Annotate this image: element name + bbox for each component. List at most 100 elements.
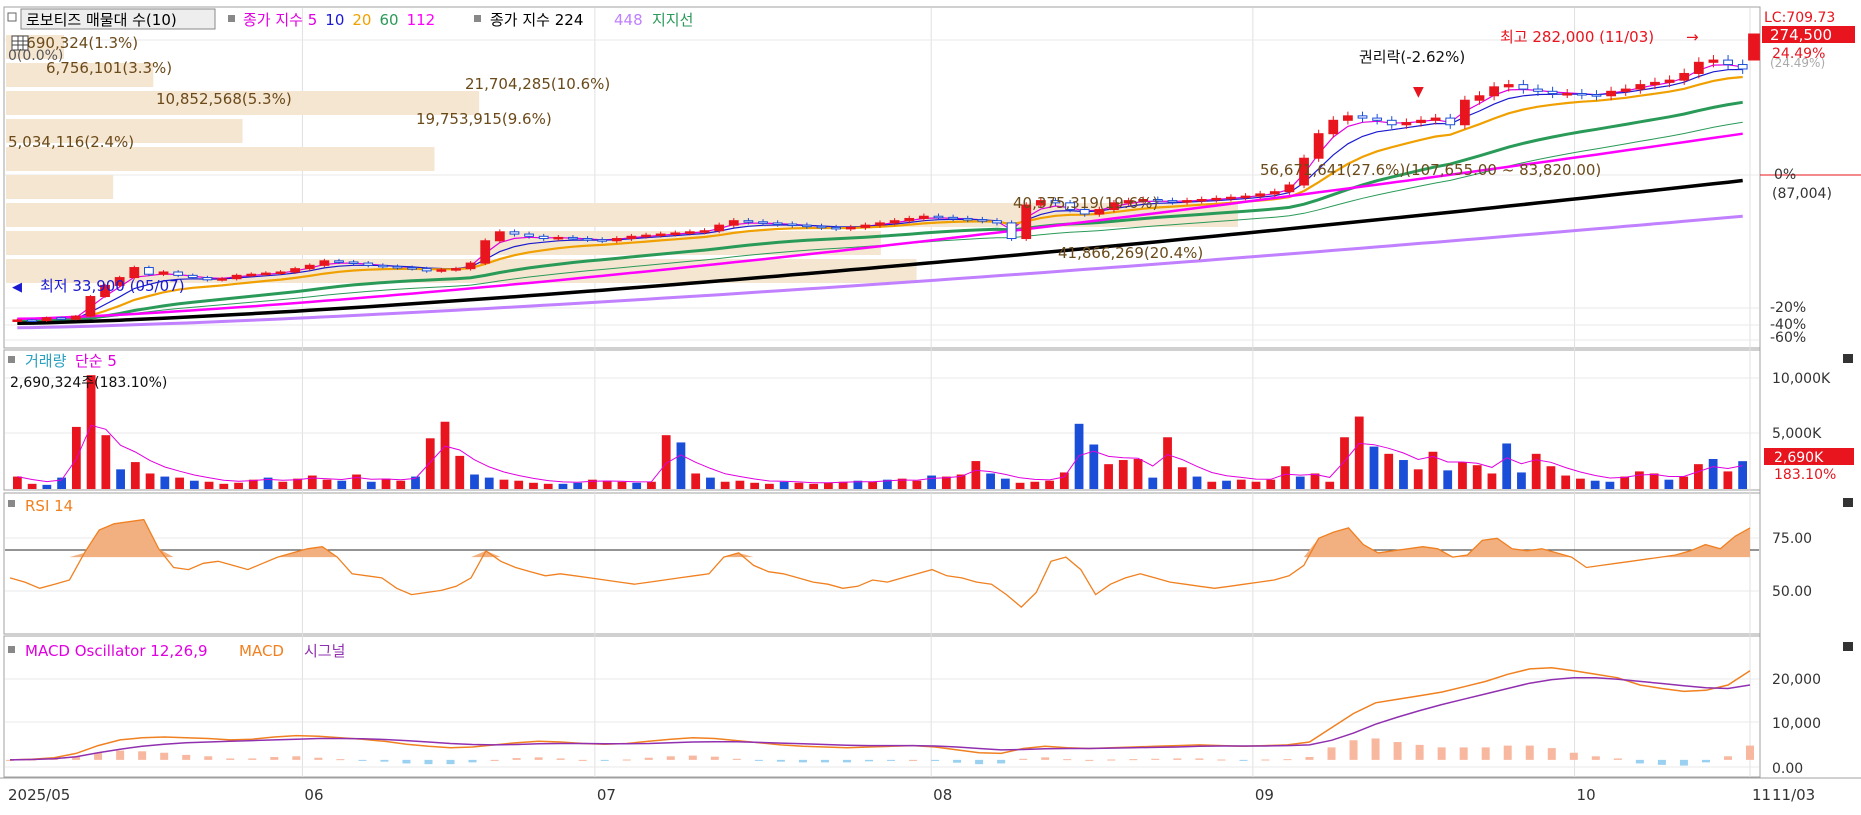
- macd-osc-bar: [292, 756, 301, 760]
- candle-body: [451, 268, 461, 271]
- volume-bar: [543, 483, 553, 489]
- volume-bar: [1266, 479, 1276, 489]
- volume-bar: [912, 480, 922, 489]
- volume-bar: [130, 462, 140, 489]
- candle-body: [27, 319, 37, 322]
- signal-title: 시그널: [304, 642, 345, 660]
- macd-panel-marker[interactable]: [8, 646, 15, 653]
- macd-close-icon[interactable]: [1843, 642, 1853, 651]
- macd-osc-bar: [468, 759, 477, 763]
- x-axis-tick-label: 10: [1577, 786, 1596, 804]
- candle-body: [187, 274, 198, 279]
- volume-bar: [189, 480, 199, 489]
- macd-osc-bar: [1217, 759, 1226, 761]
- volume-bar: [1443, 470, 1453, 489]
- rsi-title: RSI 14: [25, 497, 73, 515]
- candle-body: [816, 225, 827, 229]
- macd-axis-20000: 20,000: [1772, 672, 1821, 688]
- candle-body: [772, 222, 783, 225]
- volume-bar: [720, 481, 730, 489]
- macd-osc-bar: [1261, 759, 1270, 761]
- candle-body: [641, 234, 651, 238]
- candle-body: [699, 230, 710, 233]
- candle-body: [1591, 94, 1602, 97]
- volume-profile-label: 41,866,269(20.4%): [1058, 244, 1203, 262]
- volume-bar: [765, 483, 774, 489]
- volume-badge-value: 2,690K: [1774, 450, 1824, 466]
- volume-bar: [691, 473, 701, 489]
- volume-close-icon[interactable]: [1843, 354, 1853, 363]
- candle-body: [217, 278, 227, 281]
- candle-body: [626, 235, 637, 240]
- candle-body: [1167, 200, 1178, 203]
- volume-profile-label: 21,704,285(10.6%): [465, 75, 610, 93]
- rsi-panel-marker[interactable]: [8, 500, 15, 507]
- macd-osc-bar: [556, 758, 565, 760]
- candle-body-last: [1748, 33, 1760, 61]
- candle-body: [260, 272, 271, 276]
- candle-body: [1737, 64, 1748, 70]
- stock-chart-window: 2,690,324(1.3%) 6,756,101(3.3%) 21,704,285…: [0, 0, 1861, 811]
- candle-body: [480, 240, 491, 264]
- candle-body: [1211, 197, 1222, 201]
- reference-price-label: (87,004): [1772, 186, 1832, 202]
- candle-body: [831, 226, 842, 230]
- macd-osc-bar: [1085, 759, 1094, 761]
- volume-bar: [1605, 481, 1615, 489]
- rsi-close-icon[interactable]: [1843, 498, 1853, 507]
- volume-bar: [868, 481, 878, 489]
- volume-bar: [661, 435, 671, 489]
- volume-bar: [1207, 481, 1217, 489]
- volume-profile-label: 5,034,116(2.4%): [8, 133, 134, 151]
- candle-body: [1445, 117, 1456, 126]
- macd-osc-bar: [710, 756, 719, 760]
- macd-osc-bar: [931, 759, 940, 761]
- volume-bar: [706, 477, 715, 489]
- candle-body: [524, 233, 534, 237]
- macd-axis-10000: 10,000: [1772, 716, 1821, 732]
- macd-osc-bar: [270, 757, 279, 760]
- candle-body: [1635, 84, 1646, 90]
- candle-body: [1328, 119, 1339, 135]
- macd-osc-bar: [975, 759, 984, 765]
- candle-body: [743, 220, 754, 223]
- candle-body: [1562, 93, 1573, 96]
- x-axis-tick-label: 08: [933, 786, 952, 804]
- volume-bar: [1679, 476, 1689, 489]
- volume-panel-marker[interactable]: [8, 356, 15, 363]
- volume-bar: [1399, 460, 1408, 489]
- candle-body: [582, 238, 593, 241]
- volume-bar: [484, 477, 494, 489]
- macd-osc-bar: [666, 756, 675, 760]
- candle-body: [1693, 61, 1704, 74]
- candle-body: [1386, 119, 1397, 126]
- candle-body: [1650, 81, 1660, 86]
- volume-profile-label: 10,852,568(5.3%): [156, 90, 292, 108]
- macd-osc-bar: [1437, 747, 1446, 760]
- chart-canvas[interactable]: 2,690,324(1.3%)6,756,101(3.3%)21,704,285…: [0, 0, 1861, 811]
- candle-body: [1240, 195, 1251, 199]
- candle-body: [275, 271, 286, 274]
- macd-osc-bar: [622, 759, 631, 761]
- macd-osc-bar: [953, 759, 962, 763]
- macd-osc-bar: [1723, 756, 1732, 760]
- candle-body: [41, 317, 52, 322]
- volume-bar: [1561, 475, 1571, 489]
- rsi-axis-50: 50.00: [1772, 584, 1812, 600]
- candle-body: [860, 224, 871, 228]
- macd-osc-bar: [138, 751, 147, 760]
- macd-osc-bar: [1393, 742, 1402, 760]
- neg60-label: -60%: [1770, 330, 1806, 346]
- macd-osc-bar: [1657, 759, 1666, 765]
- macd-osc-bar: [1173, 758, 1182, 760]
- volume-bar: [396, 480, 406, 489]
- macd-osc-bar: [1547, 748, 1556, 760]
- macd-osc-bar: [1327, 747, 1336, 760]
- volume-profile-bar: [6, 231, 881, 255]
- candle-body: [246, 273, 257, 277]
- candle-body: [494, 231, 505, 242]
- volume-axis-10000k: 10,000K: [1772, 371, 1831, 387]
- macd-osc-bar: [1746, 745, 1754, 760]
- volume-bar: [1708, 458, 1718, 489]
- macd-osc-bar: [1283, 759, 1292, 761]
